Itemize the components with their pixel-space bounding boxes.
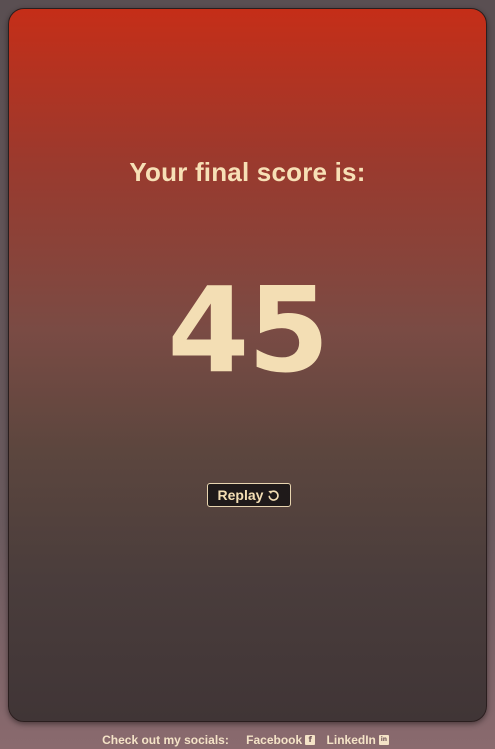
replay-button[interactable]: Replay [207, 483, 291, 507]
facebook-link[interactable]: Facebook f [246, 733, 316, 747]
socials-footer: Check out my socials: Facebook f LinkedI… [0, 733, 495, 747]
replay-icon [268, 489, 280, 501]
score-card: Your final score is: 45 Replay [8, 8, 487, 722]
linkedin-link-label: LinkedIn [326, 733, 376, 747]
replay-button-label: Replay [217, 487, 264, 503]
linkedin-icon: in [378, 735, 389, 745]
linkedin-link[interactable]: LinkedIn in [327, 733, 389, 747]
socials-label: Check out my socials: [102, 733, 229, 747]
facebook-link-label: Facebook [246, 733, 303, 747]
final-score-heading: Your final score is: [129, 157, 366, 187]
final-score-value: 45 [167, 261, 329, 399]
facebook-icon: f [305, 735, 316, 745]
